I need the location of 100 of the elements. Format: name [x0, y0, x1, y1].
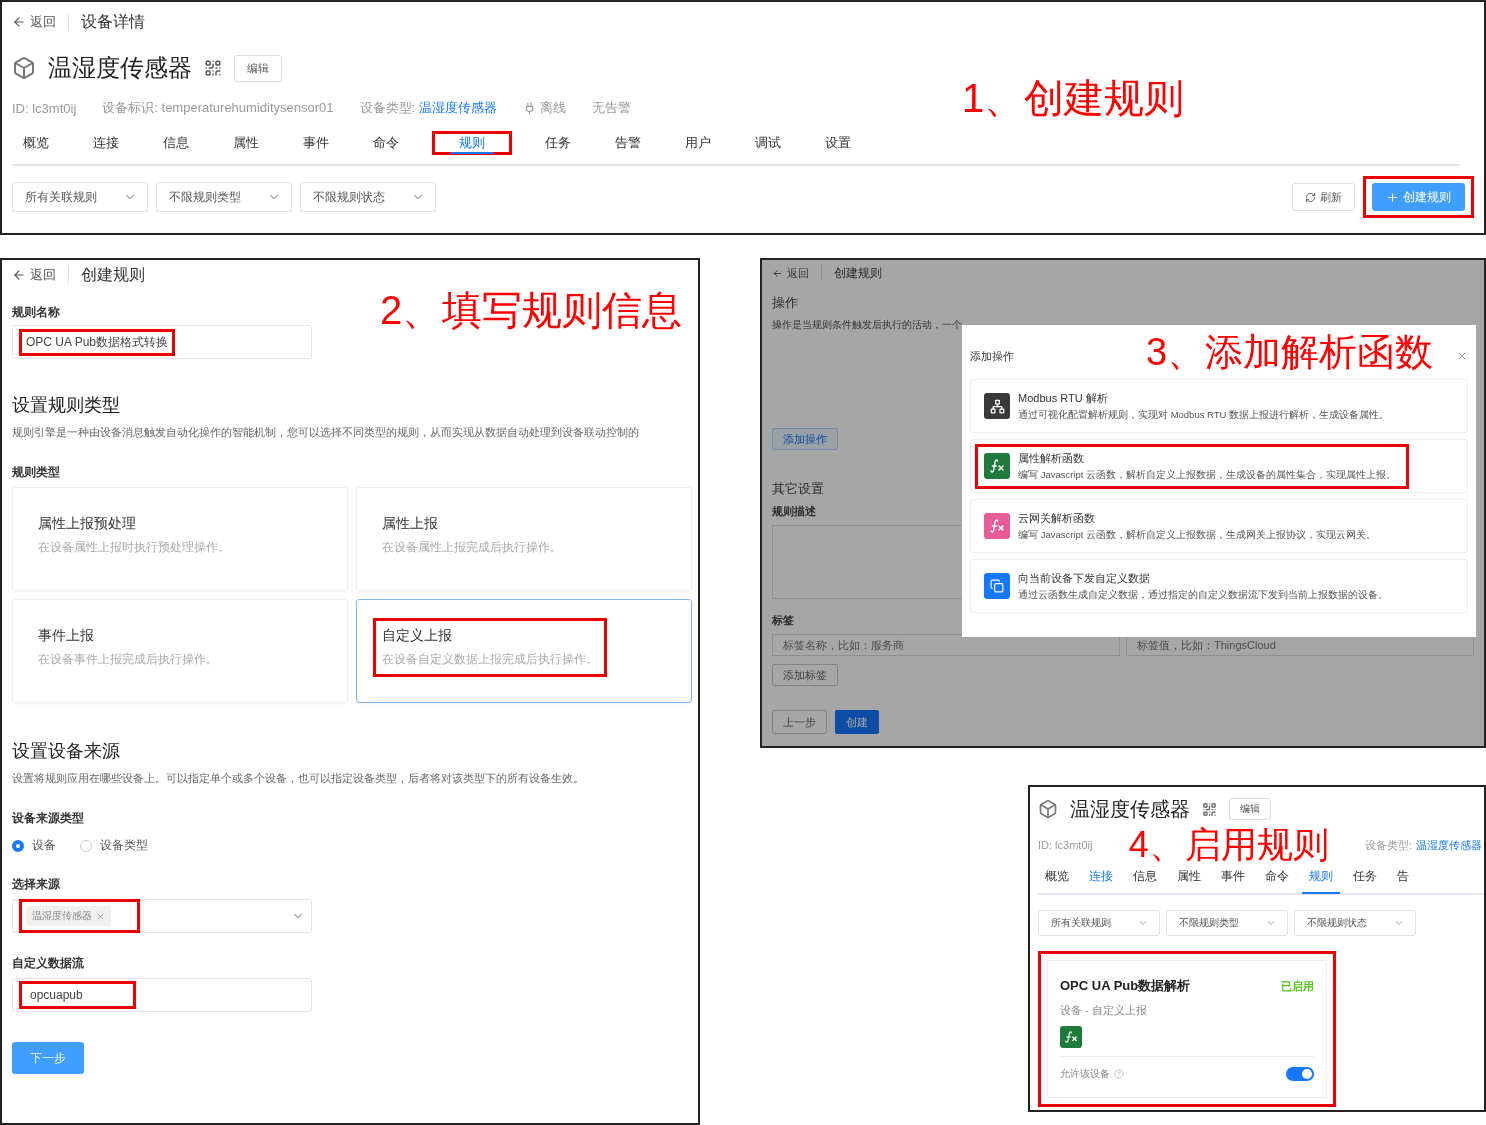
qr-code-icon[interactable] — [1202, 801, 1217, 817]
filter-select[interactable]: 不限规则状态 — [1294, 910, 1416, 936]
data-stream-field[interactable]: opcuapub — [12, 978, 312, 1012]
field-label: 标签 — [772, 613, 794, 628]
action-option[interactable]: Modbus RTU 解析 通过可视化配置解析规则，实现对 Modbus RTU 数据上报进行解析，生成设备属性。 — [970, 379, 1468, 433]
dialog-title: 添加操作 — [970, 348, 1014, 364]
refresh-icon — [1305, 191, 1316, 203]
tab[interactable]: 连接 — [85, 134, 127, 154]
card-title: 自定义上报 — [382, 627, 453, 645]
radio-option[interactable]: 设备类型 — [80, 837, 148, 854]
add-tag-button[interactable]: 添加标签 — [772, 664, 838, 686]
arrow-left-icon — [772, 267, 783, 279]
action-option[interactable]: 向当前设备下发自定义数据 通过云函数生成自定义数据，通过指定的自定义数据流下发到当前上报数据的设备。 — [970, 559, 1468, 613]
back-link[interactable]: 返回 — [12, 13, 56, 31]
status-text: 已启用 — [1281, 978, 1314, 994]
option-description: 通过云函数生成自定义数据，通过指定的自定义数据流下发到当前上报数据的设备。 — [1018, 588, 1388, 602]
toggle-label: 允许该设备 — [1060, 1067, 1110, 1081]
card-title: 事件上报 — [38, 627, 95, 645]
device-name: 温湿度传感器 — [1070, 796, 1190, 822]
filter-select[interactable]: 所有关联规则 — [12, 182, 148, 212]
field-label: 规则名称 — [12, 304, 60, 321]
info-label: 设备类型: — [359, 99, 416, 117]
step-annotation: 3、添加解析函数 — [1146, 333, 1434, 371]
previous-button[interactable]: 上一步 — [772, 710, 827, 734]
section-description: 操作是当规则条件触发后执行的活动，一个 — [772, 318, 962, 332]
rule-card[interactable]: OPC UA Pub数据解析 已启用 设备 - 自定义上报 允许该设备 — [1047, 960, 1327, 1098]
option-title: Modbus RTU 解析 — [1018, 390, 1108, 406]
rule-type-card[interactable]: 事件上报 在设备事件上报完成后执行操作。 — [12, 599, 348, 703]
section-description: 规则引擎是一种由设备消息触发自动化操作的智能机制，您可以选择不同类型的规则，从而实现从数据自动处理到设备联动控制的 — [12, 425, 639, 440]
device-type-link[interactable]: 温湿度传感器 — [419, 99, 498, 117]
copy-icon — [984, 573, 1010, 599]
section-heading: 设置设备来源 — [12, 740, 121, 763]
tab[interactable]: 概览 — [15, 134, 57, 154]
info-text: ID: lc3mt0ij — [12, 100, 77, 116]
arrow-left-icon — [12, 268, 26, 282]
field-label: 选择来源 — [12, 876, 60, 893]
tab[interactable]: 概览 — [1038, 860, 1076, 894]
function-icon — [984, 453, 1010, 479]
edit-button[interactable]: 编辑 — [234, 54, 282, 82]
tab[interactable]: 连接 — [1082, 860, 1120, 894]
status-text: 离线 — [540, 99, 567, 117]
filter-select[interactable]: 所有关联规则 — [1038, 910, 1160, 936]
option-description: 编写 Javascript 云函数，解析自定义上报数据，生成设备的属性集合，实现属性上报。 — [1018, 468, 1397, 482]
rule-subtitle: 设备 - 自定义上报 — [1060, 1003, 1147, 1018]
tab[interactable]: 属性 — [225, 134, 267, 154]
rule-title: OPC UA Pub数据解析 — [1060, 977, 1191, 995]
network-icon — [984, 393, 1010, 419]
plus-icon — [1386, 190, 1399, 204]
section-heading: 其它设置 — [772, 480, 824, 498]
tab[interactable]: 事件 — [295, 134, 337, 154]
edit-button[interactable]: 编辑 — [1229, 798, 1271, 820]
function-icon — [984, 513, 1010, 539]
device-tag: 温湿度传感器 — [26, 906, 111, 926]
filter-select[interactable]: 不限规则状态 — [300, 182, 436, 212]
qr-code-icon[interactable] — [204, 59, 222, 77]
tab[interactable]: 调试 — [747, 134, 789, 154]
tab[interactable]: 用户 — [677, 134, 719, 154]
rule-name-field[interactable]: OPC UA Pub数据格式转换 — [12, 325, 312, 359]
info-text: 设备标识: temperaturehumiditysensor01 — [102, 99, 334, 117]
option-description: 编写 Javascript 云函数，解析自定义上报数据，生成网关上报协议，实现云网关。 — [1018, 528, 1377, 542]
radio-option[interactable]: 设备 — [12, 837, 56, 854]
tab[interactable]: 命令 — [365, 134, 407, 154]
page-title: 设备详情 — [81, 11, 145, 32]
tab[interactable]: 信息 — [155, 134, 197, 154]
card-description: 在设备事件上报完成后执行操作。 — [38, 651, 218, 668]
rule-type-card[interactable]: 自定义上报 在设备自定义数据上报完成后执行操作。 — [356, 599, 692, 703]
arrow-left-icon — [12, 15, 26, 29]
back-link[interactable]: 返回 — [12, 266, 56, 284]
field-value: opcuapub — [30, 988, 83, 1002]
tab[interactable]: 规则 — [451, 134, 493, 154]
back-link[interactable]: 返回 — [772, 265, 809, 281]
info-text: ID: lc3mt0ij — [1038, 839, 1093, 851]
section-heading: 设置规则类型 — [12, 394, 121, 417]
field-label: 规则类型 — [12, 464, 60, 481]
close-icon[interactable] — [1456, 350, 1468, 362]
action-option[interactable]: 云网关解析函数 编写 Javascript 云函数，解析自定义上报数据，生成网关上报协议，实现云网关。 — [970, 499, 1468, 553]
action-option[interactable]: 属性解析函数 编写 Javascript 云函数，解析自定义上报数据，生成设备的属性集合，实现属性上报。 — [970, 439, 1468, 493]
remove-icon[interactable] — [96, 911, 105, 921]
filter-select[interactable]: 不限规则类型 — [1166, 910, 1288, 936]
page-title: 创建规则 — [81, 264, 145, 285]
card-title: 属性上报 — [382, 515, 439, 533]
rule-type-card[interactable]: 属性上报预处理 在设备属性上报时执行预处理操作。 — [12, 487, 348, 591]
step-annotation: 1、创建规则 — [962, 78, 1185, 118]
section-heading: 操作 — [772, 294, 798, 312]
cube-icon — [1038, 799, 1058, 819]
tab[interactable]: 任务 — [537, 134, 579, 154]
tab[interactable]: 设置 — [817, 134, 859, 154]
tab[interactable]: 命令 — [1258, 860, 1296, 894]
refresh-button[interactable]: 刷新 — [1292, 183, 1355, 211]
tab[interactable]: 告 — [1390, 860, 1416, 894]
tab[interactable]: 任务 — [1346, 860, 1384, 894]
create-button[interactable]: 创建 — [835, 710, 879, 734]
device-name: 温湿度传感器 — [48, 53, 192, 83]
toggle-switch[interactable] — [1286, 1067, 1314, 1081]
filter-select[interactable]: 不限规则类型 — [156, 182, 292, 212]
device-type-link[interactable]: 温湿度传感器 — [1416, 837, 1482, 853]
option-description: 通过可视化配置解析规则，实现对 Modbus RTU 数据上报进行解析，生成设备属性。 — [1018, 408, 1390, 422]
rule-type-card[interactable]: 属性上报 在设备属性上报完成后执行操作。 — [356, 487, 692, 591]
help-icon — [1114, 1069, 1124, 1079]
tab[interactable]: 告警 — [607, 134, 649, 154]
